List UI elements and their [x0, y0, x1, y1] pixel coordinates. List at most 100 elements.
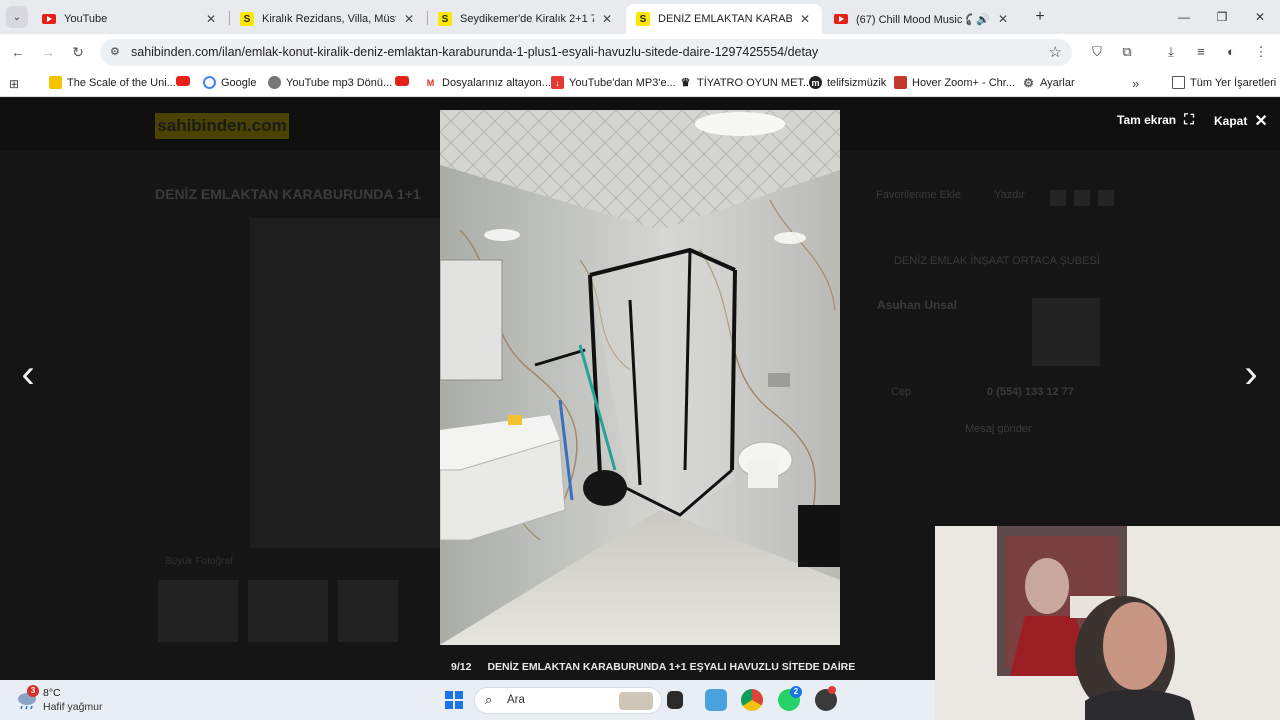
close-tab-icon[interactable]: ✕	[402, 12, 416, 26]
apps-icon[interactable]: ⊞	[9, 77, 19, 91]
bookmark-scale-universe[interactable]: The Scale of the Uni...	[49, 76, 176, 89]
add-favorites-link[interactable]: Favorilerime Ekle	[876, 189, 961, 201]
youtube-icon	[42, 14, 56, 24]
close-window-icon[interactable]: ✕	[1250, 7, 1270, 27]
bookmark-ayarlar[interactable]: ⚙ Ayarlar	[1022, 76, 1075, 90]
tab-seydikemer[interactable]: S Seydikemer'de Kiralık 2+1 75m² ✕	[428, 4, 624, 34]
listing-title: DENİZ EMLAKTAN KARABURUNDA 1+1	[155, 186, 421, 202]
tab-deniz-emlak[interactable]: S DENİZ EMLAKTAN KARABURUNDA ✕	[626, 4, 822, 34]
forward-icon[interactable]: →	[38, 42, 58, 62]
more-bookmarks-icon[interactable]: »	[1132, 76, 1139, 91]
youtube-icon	[395, 76, 409, 86]
print-link[interactable]: Yazdır	[994, 189, 1025, 201]
sahibinden-icon: S	[438, 12, 452, 26]
bookmark-youtube-mp3e[interactable]: ↓ YouTube'dan MP3'e...	[551, 76, 676, 89]
all-bookmarks[interactable]: Tüm Yer İşaretleri	[1172, 76, 1276, 89]
tab-title: (67) Chill Mood Music 🎧 –	[856, 13, 973, 26]
address-bar[interactable]: ⚙ sahibinden.com/ilan/emlak-konut-kirali…	[100, 39, 1072, 66]
reload-icon[interactable]: ↻	[68, 42, 88, 62]
bookmark-star-icon[interactable]: ☆	[1049, 43, 1062, 61]
back-icon[interactable]: ←	[8, 42, 28, 62]
shield-extension-icon[interactable]: ⛉	[1089, 44, 1105, 60]
bookmark-youtube[interactable]	[176, 76, 195, 86]
agent-name: Asuhan Unsal	[877, 298, 958, 312]
x-icon[interactable]	[1074, 190, 1090, 206]
send-message-link[interactable]: Mesaj gönder	[965, 423, 1032, 435]
close-tab-icon[interactable]: ✕	[204, 12, 218, 26]
m-icon: m	[809, 76, 822, 89]
chrome-icon[interactable]	[741, 689, 763, 711]
bookmark-hover-zoom[interactable]: Hover Zoom+ - Chr...	[894, 76, 1015, 89]
whatsapp-badge: 2	[790, 686, 802, 698]
restore-icon[interactable]: ❐	[1212, 7, 1232, 27]
search-highlight-icon	[619, 692, 653, 710]
facebook-icon[interactable]	[1050, 190, 1066, 206]
office-name: DENİZ EMLAK İNŞAAT ORTACA ŞUBESİ	[894, 255, 1100, 267]
photo-thumbnail[interactable]	[338, 580, 398, 642]
fullscreen-icon: ⛶	[1184, 111, 1194, 127]
tab-title: YouTube	[64, 13, 108, 25]
close-tab-icon[interactable]: ✕	[600, 12, 614, 26]
bookmark-youtube-mp3[interactable]: YouTube mp3 Dönü...	[268, 76, 392, 89]
extensions-icon[interactable]: ⧉	[1119, 44, 1135, 60]
google-icon	[203, 76, 216, 89]
taskbar-search[interactable]: ⌕ Ara	[474, 687, 662, 714]
site-logo[interactable]: sahibinden.com	[155, 113, 289, 139]
menu-icon[interactable]: ⋮	[1253, 44, 1269, 60]
minimize-icon[interactable]: —	[1174, 7, 1194, 27]
webcam-feed	[935, 526, 1280, 720]
new-tab-button[interactable]: +	[1030, 7, 1050, 27]
tab-title: Seydikemer'de Kiralık 2+1 75m²	[460, 13, 594, 25]
listing-main-photo[interactable]	[250, 218, 440, 548]
tab-chill-mood-music[interactable]: (67) Chill Mood Music 🎧 – 🔊 ✕	[824, 4, 1020, 34]
speaker-icon[interactable]: 🔊	[976, 13, 990, 26]
close-tab-icon[interactable]: ✕	[798, 12, 812, 26]
profile-icon[interactable]: ◐	[1223, 44, 1239, 60]
taskbar-search-label: Ara	[507, 694, 525, 706]
bookmark-google[interactable]: Google	[203, 76, 256, 89]
photo-counter: 9/12	[451, 661, 472, 673]
fullscreen-button[interactable]: Tam ekran ⛶	[1117, 111, 1194, 128]
folder-icon	[1172, 76, 1185, 89]
agent-avatar	[1032, 298, 1100, 366]
close-lightbox-button[interactable]: Kapat ✕	[1214, 111, 1268, 131]
site-info-icon[interactable]: ⚙	[110, 45, 124, 59]
tab-kiralik-rezidans[interactable]: S Kiralık Rezidans, Villa, Müstakil Ev ✕	[230, 4, 426, 34]
mail-icon[interactable]	[1098, 190, 1114, 206]
gallery-photo[interactable]	[440, 110, 840, 645]
prev-photo-icon[interactable]: ‹	[14, 352, 42, 396]
bookmark-tiyatro[interactable]: ♛ TİYATRO OYUN MET...	[679, 76, 812, 89]
next-photo-icon[interactable]: ›	[1237, 352, 1265, 396]
bookmark-telifsizmuzik[interactable]: m telifsizmüzik	[809, 76, 886, 89]
bookmark-gmail[interactable]: M Dosyalarınız altayon...	[424, 76, 551, 89]
hoverzoom-icon	[894, 76, 907, 89]
windows-start-icon[interactable]	[445, 691, 463, 709]
weather-description[interactable]: Hafif yağmur	[43, 701, 103, 713]
bookmarks-bar: ⊞ The Scale of the Uni... Google YouTube…	[0, 70, 1280, 97]
file-explorer-icon[interactable]	[667, 691, 683, 709]
windows-taskbar: 3 8°C Hafif yağmur ⌕ Ara 2	[0, 680, 935, 720]
sahibinden-icon: S	[636, 12, 650, 26]
phone-number: 0 (554) 133 12 77	[987, 386, 1074, 398]
bookmark-yellow-icon	[49, 76, 62, 89]
bookmark-youtube-2[interactable]	[395, 76, 414, 86]
tab-youtube[interactable]: YouTube ✕	[32, 4, 228, 34]
tab-search-button[interactable]: ⌄	[6, 6, 28, 28]
globe-icon	[268, 76, 281, 89]
tab-title: Kiralık Rezidans, Villa, Müstakil Ev	[262, 13, 396, 25]
youtube-icon	[834, 14, 848, 24]
photo-caption: 9/12 DENİZ EMLAKTAN KARABURUNDA 1+1 EŞYA…	[440, 656, 935, 678]
close-tab-icon[interactable]: ✕	[996, 12, 1010, 26]
url-text[interactable]: sahibinden.com/ilan/emlak-konut-kiralik-…	[131, 45, 818, 59]
media-control-icon[interactable]: ≡	[1193, 44, 1209, 60]
crown-icon: ♛	[679, 76, 692, 89]
photo-thumbnail[interactable]	[248, 580, 328, 642]
photos-app-icon[interactable]	[705, 689, 727, 711]
sahibinden-icon: S	[240, 12, 254, 26]
big-photo-link[interactable]: Büyük Fotoğraf	[165, 556, 233, 567]
youtube-icon	[176, 76, 190, 86]
photo-thumbnail[interactable]	[158, 580, 238, 642]
tab-title: DENİZ EMLAKTAN KARABURUNDA	[658, 13, 792, 25]
download-icon[interactable]: ⤓	[1163, 44, 1179, 60]
weather-temperature[interactable]: 8°C	[43, 687, 61, 699]
